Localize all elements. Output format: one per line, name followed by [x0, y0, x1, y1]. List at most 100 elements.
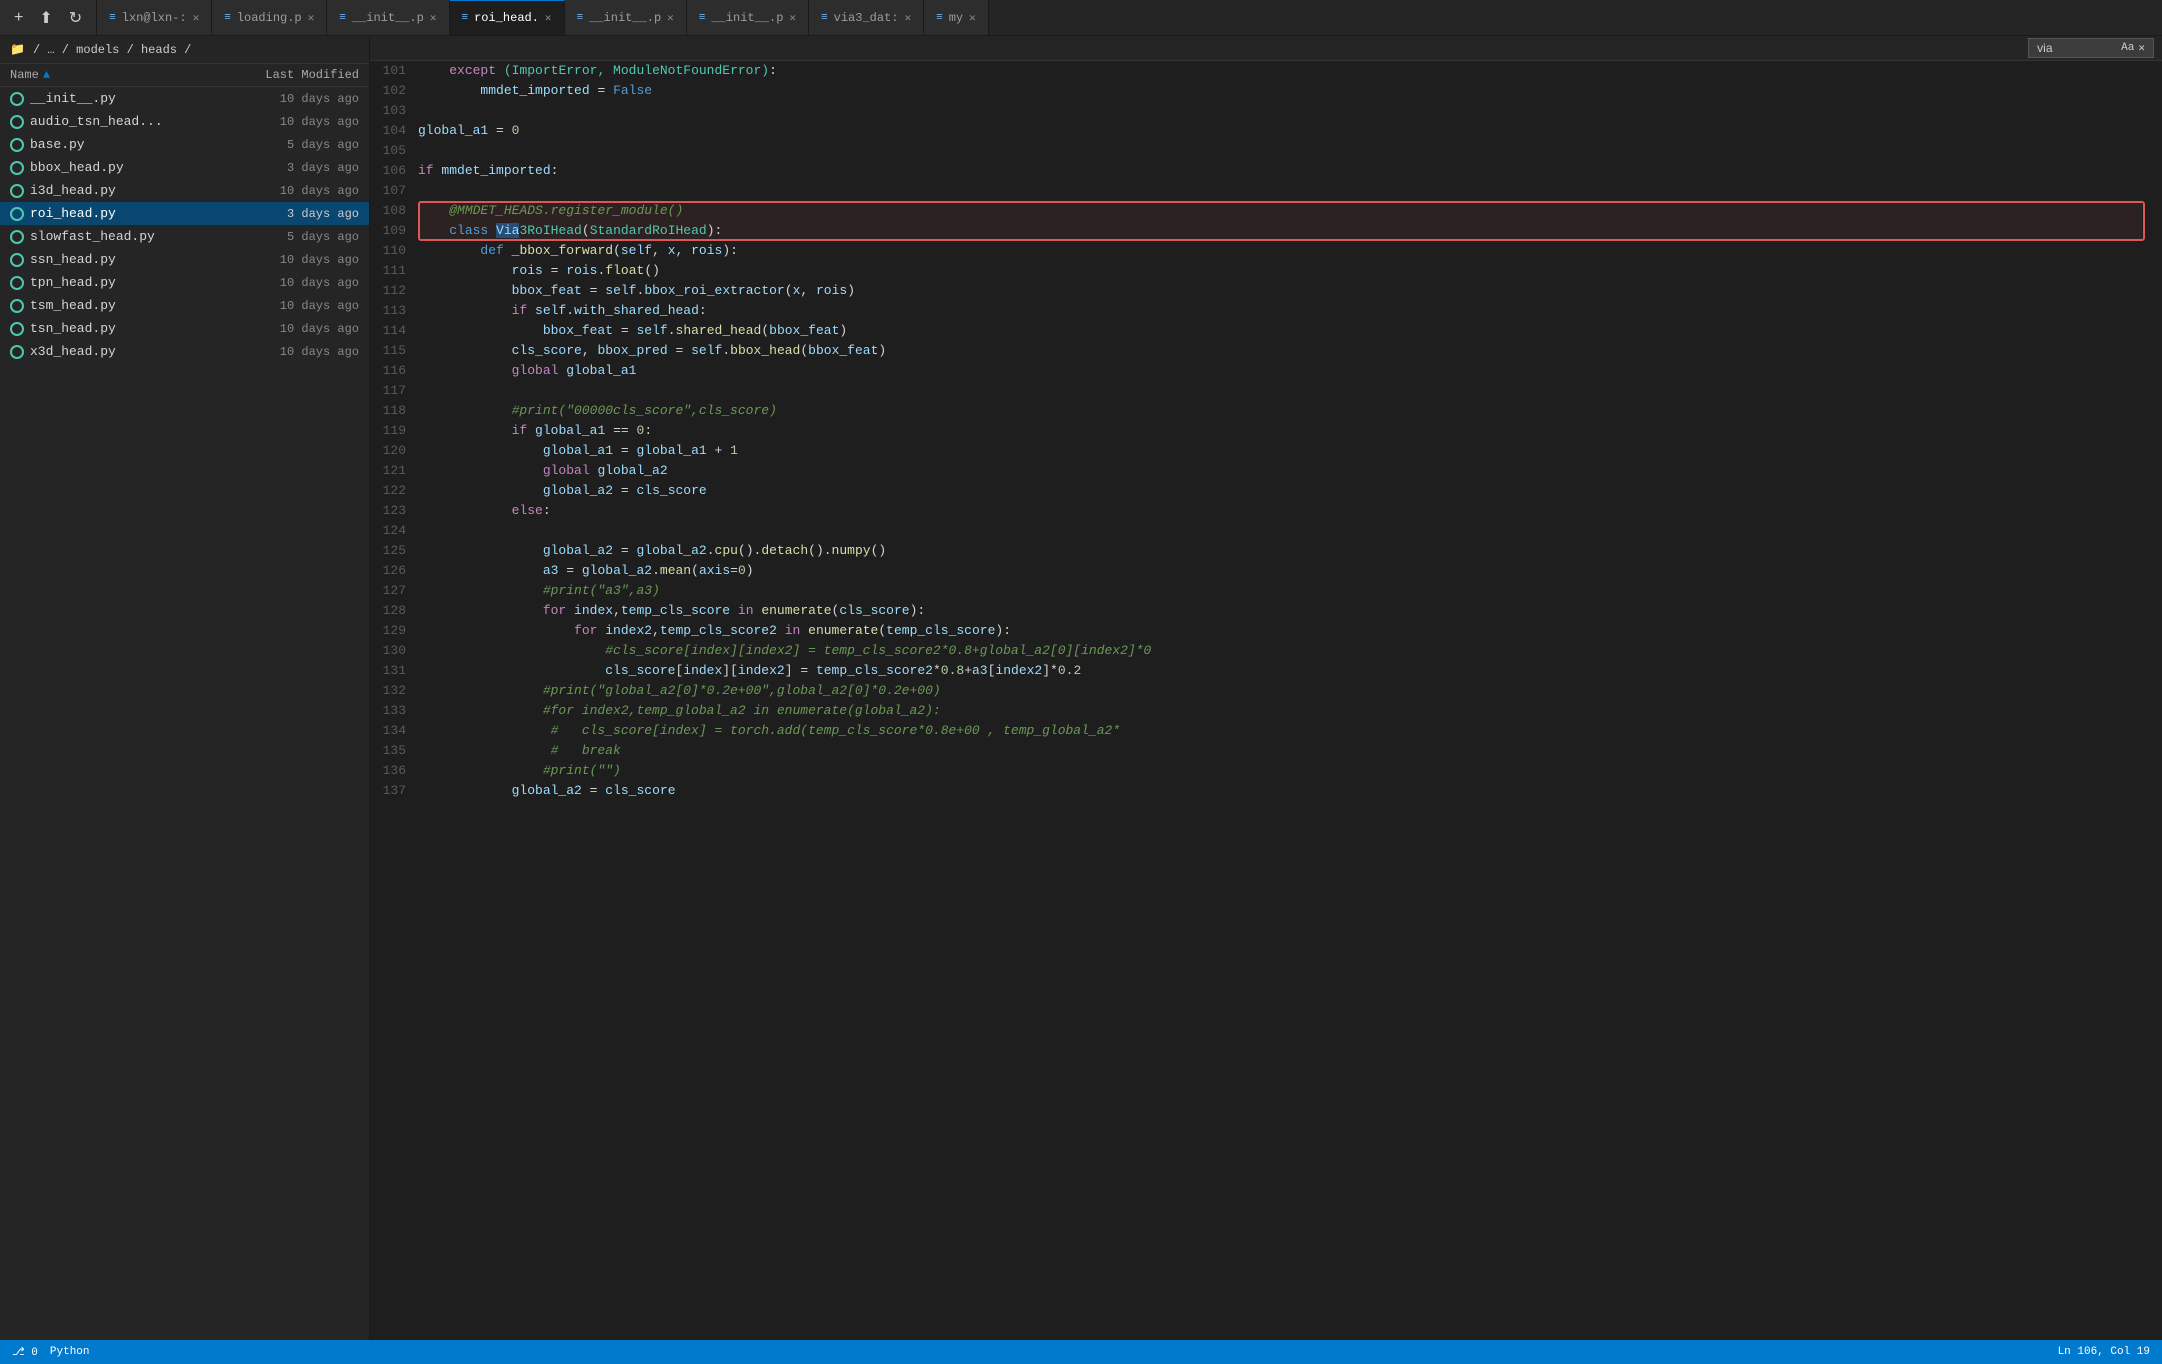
- file-item[interactable]: ssn_head.py 10 days ago: [0, 248, 369, 271]
- code-line: global_a2 = cls_score: [418, 481, 2142, 501]
- code-lines[interactable]: except (ImportError, ModuleNotFoundError…: [418, 61, 2162, 801]
- sort-by-modified[interactable]: Last Modified: [219, 68, 359, 82]
- tab-label-init2: __init__.p: [589, 11, 661, 25]
- tab-icon-roi_head: ≡: [462, 12, 469, 24]
- file-item[interactable]: __init__.py 10 days ago: [0, 87, 369, 110]
- tab-close-via3[interactable]: ✕: [904, 11, 911, 25]
- line-number: 104: [378, 121, 406, 141]
- close-search-icon[interactable]: ✕: [2138, 41, 2145, 55]
- file-item[interactable]: x3d_head.py 10 days ago: [0, 340, 369, 363]
- code-line: [418, 101, 2142, 121]
- tab-roi_head[interactable]: ≡ roi_head. ✕: [450, 0, 565, 35]
- file-list: __init__.py 10 days ago audio_tsn_head..…: [0, 87, 369, 1340]
- tab-icon-lxn: ≡: [109, 12, 116, 24]
- tab-my[interactable]: ≡ my ✕: [924, 0, 989, 35]
- line-number: 130: [378, 641, 406, 661]
- file-item[interactable]: tsn_head.py 10 days ago: [0, 317, 369, 340]
- line-number: 119: [378, 421, 406, 441]
- language-indicator[interactable]: Python: [50, 1346, 90, 1358]
- tab-via3[interactable]: ≡ via3_dat: ✕: [809, 0, 924, 35]
- tab-close-init1[interactable]: ✕: [430, 11, 437, 25]
- code-line: @MMDET_HEADS.register_module(): [418, 201, 2142, 221]
- code-line: #print("00000cls_score",cls_score): [418, 401, 2142, 421]
- search-input[interactable]: [2037, 41, 2117, 55]
- code-line: global_a1 = 0: [418, 121, 2142, 141]
- file-modified: 5 days ago: [229, 230, 359, 244]
- code-line: if mmdet_imported:: [418, 161, 2142, 181]
- line-number: 110: [378, 241, 406, 261]
- cursor-position[interactable]: Ln 106, Col 19: [2058, 1346, 2150, 1358]
- search-box[interactable]: Aa ✕: [2028, 38, 2154, 58]
- code-line: global_a1 = global_a1 + 1: [418, 441, 2142, 461]
- line-number: 103: [378, 101, 406, 121]
- tab-label-loading: loading.p: [237, 11, 302, 25]
- line-number: 106: [378, 161, 406, 181]
- line-number: 108: [378, 201, 406, 221]
- line-number: 111: [378, 261, 406, 281]
- git-branch[interactable]: ⎇ 0: [12, 1345, 38, 1359]
- file-item[interactable]: slowfast_head.py 5 days ago: [0, 225, 369, 248]
- python-icon: [10, 322, 24, 336]
- tab-bar: + ⬆ ↻ ≡ lxn@lxn-: ✕≡ loading.p ✕≡ __init…: [0, 0, 2162, 36]
- file-name: x3d_head.py: [30, 344, 229, 359]
- tab-close-init3[interactable]: ✕: [789, 11, 796, 25]
- code-line: #print(""): [418, 761, 2142, 781]
- file-modified: 10 days ago: [229, 345, 359, 359]
- code-line: for index2,temp_cls_score2 in enumerate(…: [418, 621, 2142, 641]
- file-explorer: 📁 / … / models / heads / Name ▲ Last Mod…: [0, 36, 370, 1340]
- tab-label-via3: via3_dat:: [834, 11, 899, 25]
- sort-by-name[interactable]: Name ▲: [10, 68, 219, 82]
- line-number: 118: [378, 401, 406, 421]
- tab-label-my: my: [949, 11, 963, 25]
- file-item[interactable]: audio_tsn_head... 10 days ago: [0, 110, 369, 133]
- file-modified: 5 days ago: [229, 138, 359, 152]
- tab-init3[interactable]: ≡ __init__.p ✕: [687, 0, 809, 35]
- line-number: 133: [378, 701, 406, 721]
- breadcrumb: 📁 / … / models / heads /: [0, 36, 369, 64]
- refresh-button[interactable]: ↻: [63, 6, 88, 30]
- match-case-icon[interactable]: Aa: [2121, 42, 2134, 54]
- tab-lxn[interactable]: ≡ lxn@lxn-: ✕: [97, 0, 212, 35]
- file-item[interactable]: tsm_head.py 10 days ago: [0, 294, 369, 317]
- line-number: 112: [378, 281, 406, 301]
- file-name: i3d_head.py: [30, 183, 229, 198]
- folder-icon: 📁: [10, 42, 25, 57]
- tab-icon-init1: ≡: [339, 12, 346, 24]
- tab-close-loading[interactable]: ✕: [308, 11, 315, 25]
- tab-close-lxn[interactable]: ✕: [193, 11, 200, 25]
- file-modified: 10 days ago: [229, 322, 359, 336]
- line-number: 123: [378, 501, 406, 521]
- tab-label-lxn: lxn@lxn-:: [122, 11, 187, 25]
- code-line: else:: [418, 501, 2142, 521]
- file-name: audio_tsn_head...: [30, 114, 229, 129]
- line-number: 124: [378, 521, 406, 541]
- file-item[interactable]: base.py 5 days ago: [0, 133, 369, 156]
- main-content: 📁 / … / models / heads / Name ▲ Last Mod…: [0, 36, 2162, 1340]
- tab-close-my[interactable]: ✕: [969, 11, 976, 25]
- file-item[interactable]: bbox_head.py 3 days ago: [0, 156, 369, 179]
- code-line: class Via3RoIHead(StandardRoIHead):: [418, 221, 2142, 241]
- new-file-button[interactable]: +: [8, 7, 29, 29]
- tab-label-init3: __init__.p: [711, 11, 783, 25]
- python-icon: [10, 276, 24, 290]
- tab-init1[interactable]: ≡ __init__.p ✕: [327, 0, 449, 35]
- upload-button[interactable]: ⬆: [33, 6, 58, 30]
- file-item[interactable]: roi_head.py 3 days ago: [0, 202, 369, 225]
- code-line: # cls_score[index] = torch.add(temp_cls_…: [418, 721, 2142, 741]
- file-item[interactable]: i3d_head.py 10 days ago: [0, 179, 369, 202]
- code-line: # break: [418, 741, 2142, 761]
- line-number: 121: [378, 461, 406, 481]
- code-line: if self.with_shared_head:: [418, 301, 2142, 321]
- line-number: 128: [378, 601, 406, 621]
- code-container[interactable]: 1011021031041051061071081091101111121131…: [370, 61, 2162, 1340]
- tab-close-init2[interactable]: ✕: [667, 11, 674, 25]
- tab-init2[interactable]: ≡ __init__.p ✕: [565, 0, 687, 35]
- tab-loading[interactable]: ≡ loading.p ✕: [212, 0, 327, 35]
- code-line: [418, 381, 2142, 401]
- python-icon: [10, 207, 24, 221]
- file-name: base.py: [30, 137, 229, 152]
- tab-close-roi_head[interactable]: ✕: [545, 11, 552, 25]
- python-icon: [10, 161, 24, 175]
- file-item[interactable]: tpn_head.py 10 days ago: [0, 271, 369, 294]
- code-line: [418, 141, 2142, 161]
